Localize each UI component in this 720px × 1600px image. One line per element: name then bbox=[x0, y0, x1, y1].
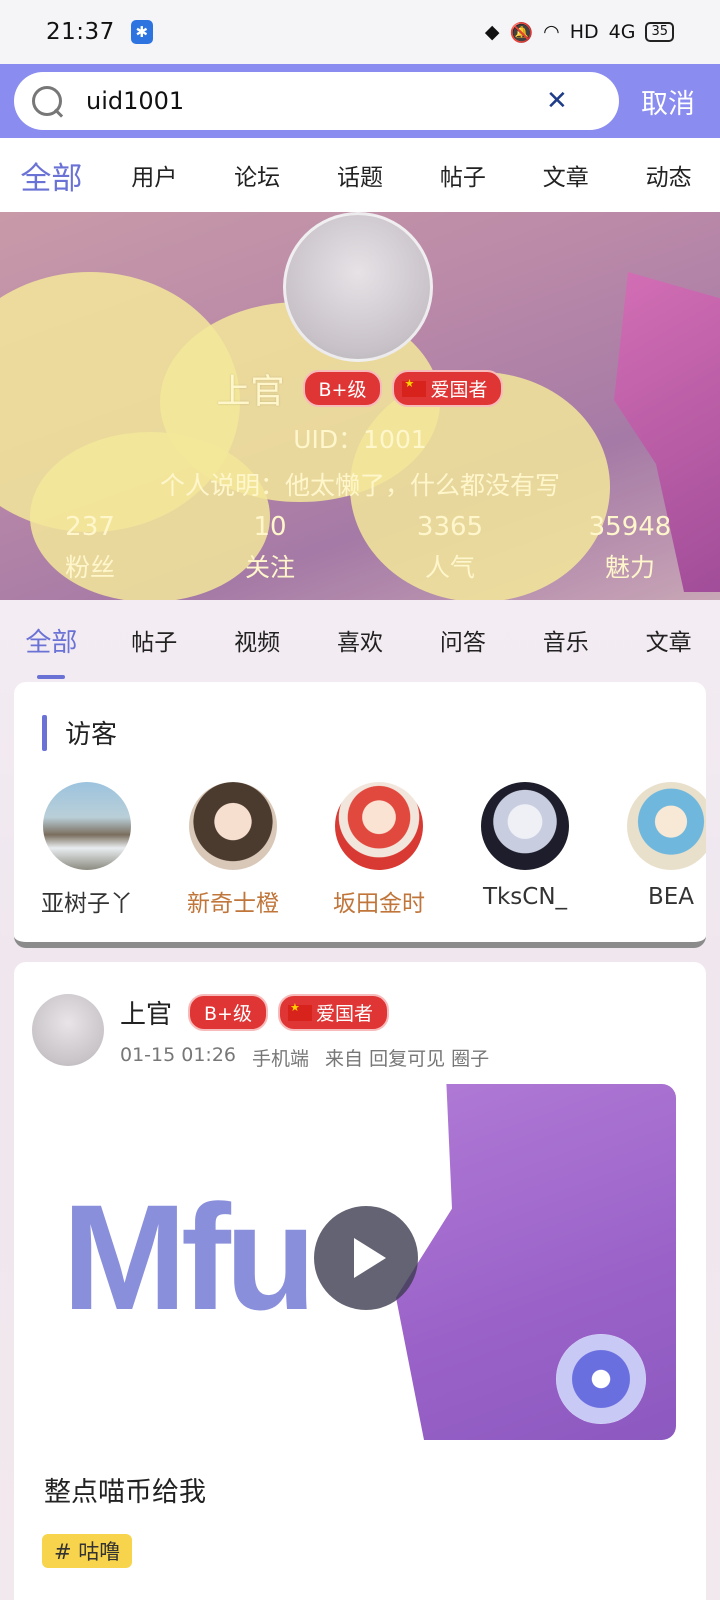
visitor-avatar bbox=[481, 782, 569, 870]
visitor-item[interactable]: 坂田金时 bbox=[306, 782, 452, 918]
content-tabs: 全部 帖子 视频 喜欢 问答 音乐 文章 bbox=[0, 600, 720, 680]
visitor-item[interactable]: BEA bbox=[598, 782, 706, 918]
visitors-header: 访客 bbox=[42, 714, 117, 751]
visitors-title: 访客 bbox=[65, 720, 118, 750]
status-icons: ◆ 🔕 ◠ HD 4G 35 bbox=[485, 21, 674, 44]
video-thumbnail-text: Mfu bbox=[62, 1173, 317, 1341]
visitor-name: TksCN_ bbox=[482, 884, 568, 910]
profile-name-row: 上官 B+级 爱国者 bbox=[0, 364, 720, 413]
network-type: HD bbox=[569, 21, 599, 43]
visitor-item[interactable]: 亚树子丫 bbox=[14, 782, 160, 918]
stat-label: 关注 bbox=[244, 553, 295, 582]
stat-label: 人气 bbox=[424, 553, 475, 582]
tab-articles[interactable]: 文章 bbox=[514, 158, 617, 192]
visitor-avatar bbox=[627, 782, 706, 870]
post-source: 来自 回复可见 圈子 bbox=[325, 1048, 490, 1070]
china-flag-icon bbox=[287, 1001, 312, 1021]
profile-name: 上官 bbox=[216, 372, 285, 412]
wifi-icon: ◠ bbox=[543, 21, 560, 43]
status-time: 21:37 bbox=[46, 19, 115, 45]
title-badge-label: 爱国者 bbox=[430, 379, 488, 401]
post-author-avatar[interactable] bbox=[32, 994, 104, 1066]
grade-badge: B+级 bbox=[188, 994, 268, 1031]
stat-charm: 35948 魅力 bbox=[540, 512, 720, 584]
content-tab-music[interactable]: 音乐 bbox=[514, 623, 617, 657]
video-thumbnail-eye bbox=[556, 1334, 646, 1424]
visitor-name: 新奇士橙 bbox=[187, 891, 279, 917]
post-device: 手机端 bbox=[252, 1048, 310, 1070]
section-accent-bar bbox=[42, 714, 47, 751]
profile-header: 上官 B+级 爱国者 UID：1001 个人说明：他太懒了，什么都没有写 237… bbox=[0, 212, 720, 600]
visitor-item[interactable]: TksCN_ bbox=[452, 782, 598, 918]
profile-description: 个人说明：他太懒了，什么都没有写 bbox=[159, 471, 560, 500]
stat-following[interactable]: 10 关注 bbox=[180, 512, 360, 584]
title-badge: 爱国者 bbox=[392, 370, 504, 407]
content-tab-all[interactable]: 全部 bbox=[0, 622, 103, 679]
search-box[interactable]: ✕ bbox=[14, 72, 619, 130]
visitor-avatar bbox=[335, 782, 423, 870]
visitor-avatar bbox=[43, 782, 131, 870]
stat-value: 10 bbox=[253, 512, 287, 542]
visitor-avatar bbox=[189, 782, 277, 870]
china-flag-icon bbox=[402, 377, 427, 397]
post-meta: 01-15 01:26 手机端 来自 回复可见 圈子 bbox=[120, 1044, 489, 1071]
visitors-card: 访客 亚树子丫 新奇士橙 坂田金时 TksCN_ BEA bbox=[14, 682, 706, 948]
search-category-tabs: 全部 用户 论坛 话题 帖子 文章 动态 bbox=[0, 138, 720, 216]
tab-moments[interactable]: 动态 bbox=[617, 158, 720, 192]
stat-value: 3365 bbox=[416, 512, 484, 542]
visitor-name: BEA bbox=[647, 884, 695, 910]
visitor-item[interactable]: 新奇士橙 bbox=[160, 782, 306, 918]
battery-icon: 35 bbox=[645, 22, 674, 42]
tab-topics[interactable]: 话题 bbox=[309, 158, 412, 192]
post-author-name[interactable]: 上官 bbox=[120, 994, 172, 1031]
title-badge: 爱国者 bbox=[277, 994, 389, 1031]
search-bar: ✕ 取消 bbox=[0, 64, 720, 138]
tab-users[interactable]: 用户 bbox=[103, 158, 206, 192]
stat-label: 魅力 bbox=[604, 553, 655, 582]
post-video[interactable]: Mfu bbox=[44, 1084, 676, 1440]
visitor-name: 坂田金时 bbox=[333, 891, 425, 917]
status-bar: 21:37 ✱ ◆ 🔕 ◠ HD 4G 35 bbox=[0, 0, 720, 64]
title-badge-label: 爱国者 bbox=[315, 1003, 373, 1025]
stat-fans[interactable]: 237 粉丝 bbox=[0, 512, 180, 584]
tab-forums[interactable]: 论坛 bbox=[206, 158, 309, 192]
signal-icon: 4G bbox=[608, 21, 636, 43]
tab-all[interactable]: 全部 bbox=[0, 153, 103, 216]
search-icon bbox=[30, 84, 64, 118]
stat-popularity: 3365 人气 bbox=[360, 512, 540, 584]
profile-uid: UID：1001 bbox=[293, 425, 427, 454]
tab-posts[interactable]: 帖子 bbox=[411, 158, 514, 192]
content-tab-likes[interactable]: 喜欢 bbox=[309, 623, 412, 657]
stat-value: 237 bbox=[65, 512, 115, 542]
post-time: 01-15 01:26 bbox=[120, 1044, 237, 1066]
profile-stats: 237 粉丝 10 关注 3365 人气 35948 魅力 bbox=[0, 512, 720, 584]
data-saver-icon: ◆ bbox=[484, 21, 500, 43]
post-tag[interactable]: # 咕噜 bbox=[42, 1534, 133, 1568]
app-notification-icon: ✱ bbox=[130, 20, 153, 44]
content-tab-videos[interactable]: 视频 bbox=[206, 623, 309, 657]
post-title[interactable]: 整点喵币给我 bbox=[44, 1470, 206, 1509]
post-card[interactable]: 上官 B+级 爱国者 01-15 01:26 手机端 来自 回复可见 圈子 Mf… bbox=[14, 962, 706, 1600]
stat-label: 粉丝 bbox=[64, 553, 115, 582]
visitor-list: 亚树子丫 新奇士橙 坂田金时 TksCN_ BEA bbox=[14, 782, 706, 918]
clear-icon[interactable]: ✕ bbox=[546, 86, 568, 116]
cancel-button[interactable]: 取消 bbox=[641, 82, 695, 121]
profile-avatar[interactable] bbox=[283, 212, 433, 362]
stat-value: 35948 bbox=[588, 512, 672, 542]
grade-badge: B+级 bbox=[302, 370, 383, 407]
content-tab-posts[interactable]: 帖子 bbox=[103, 623, 206, 657]
content-tab-qa[interactable]: 问答 bbox=[411, 623, 514, 657]
play-icon bbox=[354, 1238, 386, 1278]
mute-bell-icon: 🔕 bbox=[509, 21, 534, 44]
visitor-name: 亚树子丫 bbox=[41, 891, 133, 917]
post-author-row: 上官 B+级 爱国者 bbox=[120, 994, 389, 1031]
play-button[interactable] bbox=[314, 1206, 418, 1310]
content-tab-articles[interactable]: 文章 bbox=[617, 623, 720, 657]
search-input[interactable] bbox=[86, 87, 546, 115]
